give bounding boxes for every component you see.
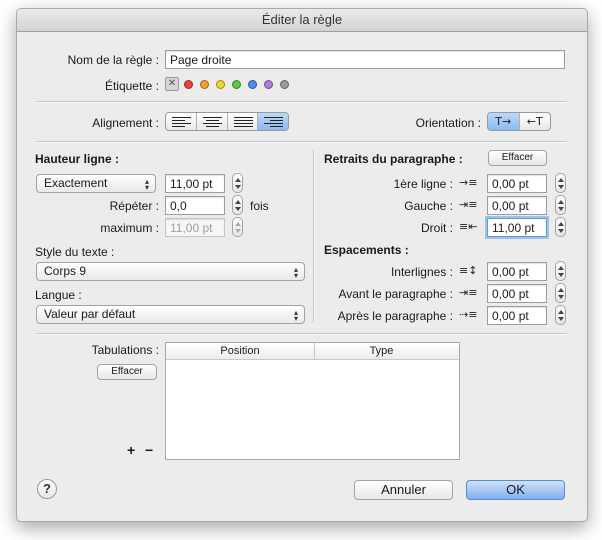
left-indent-field[interactable]: 0,00 pt bbox=[487, 196, 547, 215]
space-after-icon: ⇢≡ bbox=[459, 308, 478, 321]
first-line-stepper[interactable] bbox=[555, 173, 566, 193]
line-height-field[interactable]: 11,00 pt bbox=[165, 174, 225, 193]
rule-name-label: Nom de la règle : bbox=[67, 53, 159, 67]
separator bbox=[37, 333, 567, 335]
text-style-value: Corps 9 bbox=[44, 264, 87, 278]
right-indent-icon: ≡⇤ bbox=[459, 220, 478, 233]
separator bbox=[37, 101, 567, 103]
separator bbox=[37, 141, 567, 143]
tag-label: Étiquette : bbox=[104, 79, 159, 93]
orientation-segmented-control: T→ ←T bbox=[487, 112, 551, 131]
tag-orange[interactable] bbox=[200, 80, 209, 89]
indents-heading: Retraits du paragraphe : bbox=[324, 152, 463, 166]
text-style-popup[interactable]: Corps 9 ▴ ▾ bbox=[36, 262, 305, 281]
repeat-label: Répéter : bbox=[109, 199, 159, 213]
tag-none-icon[interactable]: ✕ bbox=[165, 77, 179, 91]
column-header-type[interactable]: Type bbox=[315, 343, 448, 359]
space-before-label: Avant le paragraphe : bbox=[338, 287, 453, 301]
edit-rule-dialog: Éditer la règle Nom de la règle : Page d… bbox=[16, 8, 588, 522]
right-indent-stepper[interactable] bbox=[555, 217, 566, 237]
space-after-stepper[interactable] bbox=[555, 305, 566, 325]
space-after-field[interactable]: 0,00 pt bbox=[487, 306, 547, 325]
orientation-ltr-button[interactable]: T→ bbox=[488, 113, 520, 130]
text-style-label: Style du texte : bbox=[35, 245, 115, 259]
tag-gray[interactable] bbox=[280, 80, 289, 89]
alignment-label: Alignement : bbox=[92, 116, 159, 130]
ok-button[interactable]: OK bbox=[466, 480, 565, 500]
tag-blue[interactable] bbox=[248, 80, 257, 89]
tag-red[interactable] bbox=[184, 80, 193, 89]
window-title: Éditer la règle bbox=[17, 9, 587, 32]
tag-green[interactable] bbox=[232, 80, 241, 89]
line-height-mode-popup[interactable]: Exactement ▴ ▾ bbox=[36, 174, 156, 193]
space-after-label: Après le paragraphe : bbox=[337, 309, 453, 323]
tag-picker: ✕ bbox=[165, 76, 295, 93]
language-value: Valeur par défaut bbox=[44, 307, 136, 321]
line-spacing-stepper[interactable] bbox=[555, 261, 566, 281]
tag-purple[interactable] bbox=[264, 80, 273, 89]
repeat-stepper[interactable] bbox=[232, 195, 243, 215]
line-spacing-icon: ≡↕ bbox=[459, 264, 478, 277]
space-before-icon: ⇥≡ bbox=[459, 286, 478, 299]
first-line-indent-icon: →≡ bbox=[459, 176, 478, 189]
alignment-segmented-control bbox=[165, 112, 289, 131]
spacing-heading: Espacements : bbox=[324, 243, 409, 257]
indents-clear-button[interactable]: Effacer bbox=[488, 150, 547, 166]
tag-yellow[interactable] bbox=[216, 80, 225, 89]
help-button[interactable]: ? bbox=[37, 479, 57, 499]
language-label: Langue : bbox=[35, 288, 82, 302]
right-indent-field[interactable]: 11,00 pt bbox=[487, 218, 547, 237]
align-right-button[interactable] bbox=[258, 113, 288, 130]
cancel-button[interactable]: Annuler bbox=[354, 480, 453, 500]
tabs-table-header: Position Type bbox=[166, 343, 459, 360]
maximum-field: 11,00 pt bbox=[165, 218, 225, 237]
align-left-button[interactable] bbox=[166, 113, 197, 130]
align-justify-button[interactable] bbox=[228, 113, 259, 130]
align-center-button[interactable] bbox=[197, 113, 228, 130]
space-before-stepper[interactable] bbox=[555, 283, 566, 303]
column-header-position[interactable]: Position bbox=[166, 343, 315, 359]
orientation-rtl-button[interactable]: ←T bbox=[520, 113, 551, 130]
add-tab-button[interactable]: + bbox=[127, 442, 135, 458]
first-line-field[interactable]: 0,00 pt bbox=[487, 174, 547, 193]
first-line-label: 1ère ligne : bbox=[393, 177, 453, 191]
repeat-field[interactable]: 0,0 bbox=[165, 196, 225, 215]
repeat-unit: fois bbox=[250, 199, 269, 213]
tabs-table[interactable]: Position Type bbox=[165, 342, 460, 460]
maximum-label: maximum : bbox=[100, 221, 159, 235]
line-height-heading: Hauteur ligne : bbox=[35, 152, 120, 166]
right-indent-label: Droit : bbox=[420, 221, 453, 235]
line-spacing-label: Interlignes : bbox=[390, 265, 453, 279]
rule-name-field[interactable]: Page droite bbox=[165, 50, 565, 69]
left-indent-stepper[interactable] bbox=[555, 195, 566, 215]
maximum-stepper bbox=[232, 217, 243, 237]
line-spacing-field[interactable]: 0,00 pt bbox=[487, 262, 547, 281]
left-indent-label: Gauche : bbox=[404, 199, 453, 213]
line-height-stepper[interactable] bbox=[232, 173, 243, 193]
orientation-label: Orientation : bbox=[415, 116, 481, 130]
tabs-clear-button[interactable]: Effacer bbox=[97, 364, 157, 380]
left-indent-icon: ⇥≡ bbox=[459, 198, 478, 211]
line-height-mode-value: Exactement bbox=[44, 176, 108, 190]
language-popup[interactable]: Valeur par défaut ▴ ▾ bbox=[36, 305, 305, 324]
remove-tab-button[interactable]: − bbox=[145, 442, 153, 458]
space-before-field[interactable]: 0,00 pt bbox=[487, 284, 547, 303]
tabs-label: Tabulations : bbox=[91, 343, 159, 357]
column-divider bbox=[313, 150, 315, 322]
